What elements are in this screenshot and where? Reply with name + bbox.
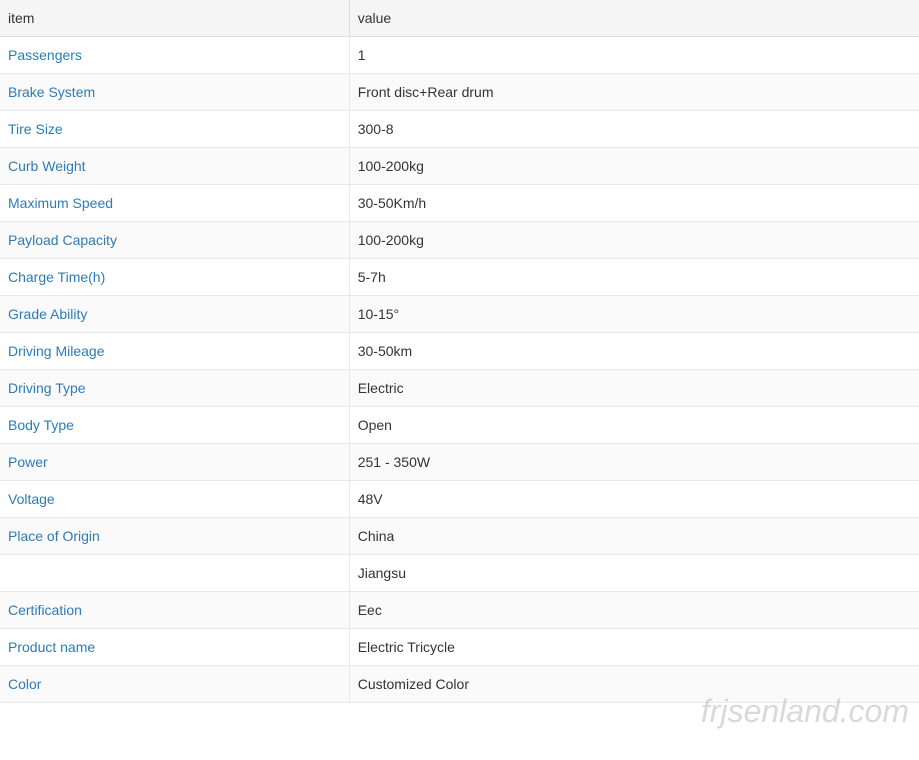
table-cell-item (0, 555, 349, 592)
table-row: Charge Time(h)5-7h (0, 259, 919, 296)
table-row: Power251 - 350W (0, 444, 919, 481)
table-cell-item: Charge Time(h) (0, 259, 349, 296)
table-cell-item: Brake System (0, 74, 349, 111)
table-row: CertificationEec (0, 592, 919, 629)
table-cell-item: Place of Origin (0, 518, 349, 555)
table-row: Passengers1 (0, 37, 919, 74)
table-cell-item: Passengers (0, 37, 349, 74)
table-row: Curb Weight100-200kg (0, 148, 919, 185)
table-cell-value: Front disc+Rear drum (349, 74, 919, 111)
table-cell-item: Driving Mileage (0, 333, 349, 370)
table-cell-value: 10-15° (349, 296, 919, 333)
table-cell-item: Product name (0, 629, 349, 666)
table-cell-value: Electric (349, 370, 919, 407)
table-cell-value: 300-8 (349, 111, 919, 148)
table-row: Driving Mileage30-50km (0, 333, 919, 370)
item-column-header: item (0, 0, 349, 37)
table-cell-item: Certification (0, 592, 349, 629)
table-cell-item: Tire Size (0, 111, 349, 148)
specs-table-container: item value Passengers1Brake SystemFront … (0, 0, 919, 703)
table-cell-value: 251 - 350W (349, 444, 919, 481)
table-cell-value: 30-50km (349, 333, 919, 370)
table-row: Jiangsu (0, 555, 919, 592)
value-column-header: value (349, 0, 919, 37)
table-cell-value: 1 (349, 37, 919, 74)
table-cell-item: Maximum Speed (0, 185, 349, 222)
table-row: Product nameElectric Tricycle (0, 629, 919, 666)
table-row: Grade Ability10-15° (0, 296, 919, 333)
table-row: Brake SystemFront disc+Rear drum (0, 74, 919, 111)
table-cell-item: Payload Capacity (0, 222, 349, 259)
table-cell-value: 48V (349, 481, 919, 518)
table-cell-item: Power (0, 444, 349, 481)
table-cell-item: Driving Type (0, 370, 349, 407)
table-cell-item: Voltage (0, 481, 349, 518)
table-cell-value: Jiangsu (349, 555, 919, 592)
table-row: Body TypeOpen (0, 407, 919, 444)
table-cell-value: Eec (349, 592, 919, 629)
table-row: Voltage48V (0, 481, 919, 518)
table-row: Maximum Speed30-50Km/h (0, 185, 919, 222)
table-cell-item: Grade Ability (0, 296, 349, 333)
table-cell-item: Color (0, 666, 349, 703)
table-cell-value: 30-50Km/h (349, 185, 919, 222)
table-row: Payload Capacity100-200kg (0, 222, 919, 259)
table-cell-item: Curb Weight (0, 148, 349, 185)
table-cell-value: Open (349, 407, 919, 444)
table-row: Driving TypeElectric (0, 370, 919, 407)
table-cell-item: Body Type (0, 407, 349, 444)
table-cell-value: Electric Tricycle (349, 629, 919, 666)
table-cell-value: 100-200kg (349, 148, 919, 185)
table-cell-value: 5-7h (349, 259, 919, 296)
table-row: Tire Size300-8 (0, 111, 919, 148)
specs-table: item value Passengers1Brake SystemFront … (0, 0, 919, 703)
table-cell-value: Customized Color (349, 666, 919, 703)
table-cell-value: China (349, 518, 919, 555)
table-row: ColorCustomized Color (0, 666, 919, 703)
table-cell-value: 100-200kg (349, 222, 919, 259)
table-row: Place of OriginChina (0, 518, 919, 555)
table-header-row: item value (0, 0, 919, 37)
